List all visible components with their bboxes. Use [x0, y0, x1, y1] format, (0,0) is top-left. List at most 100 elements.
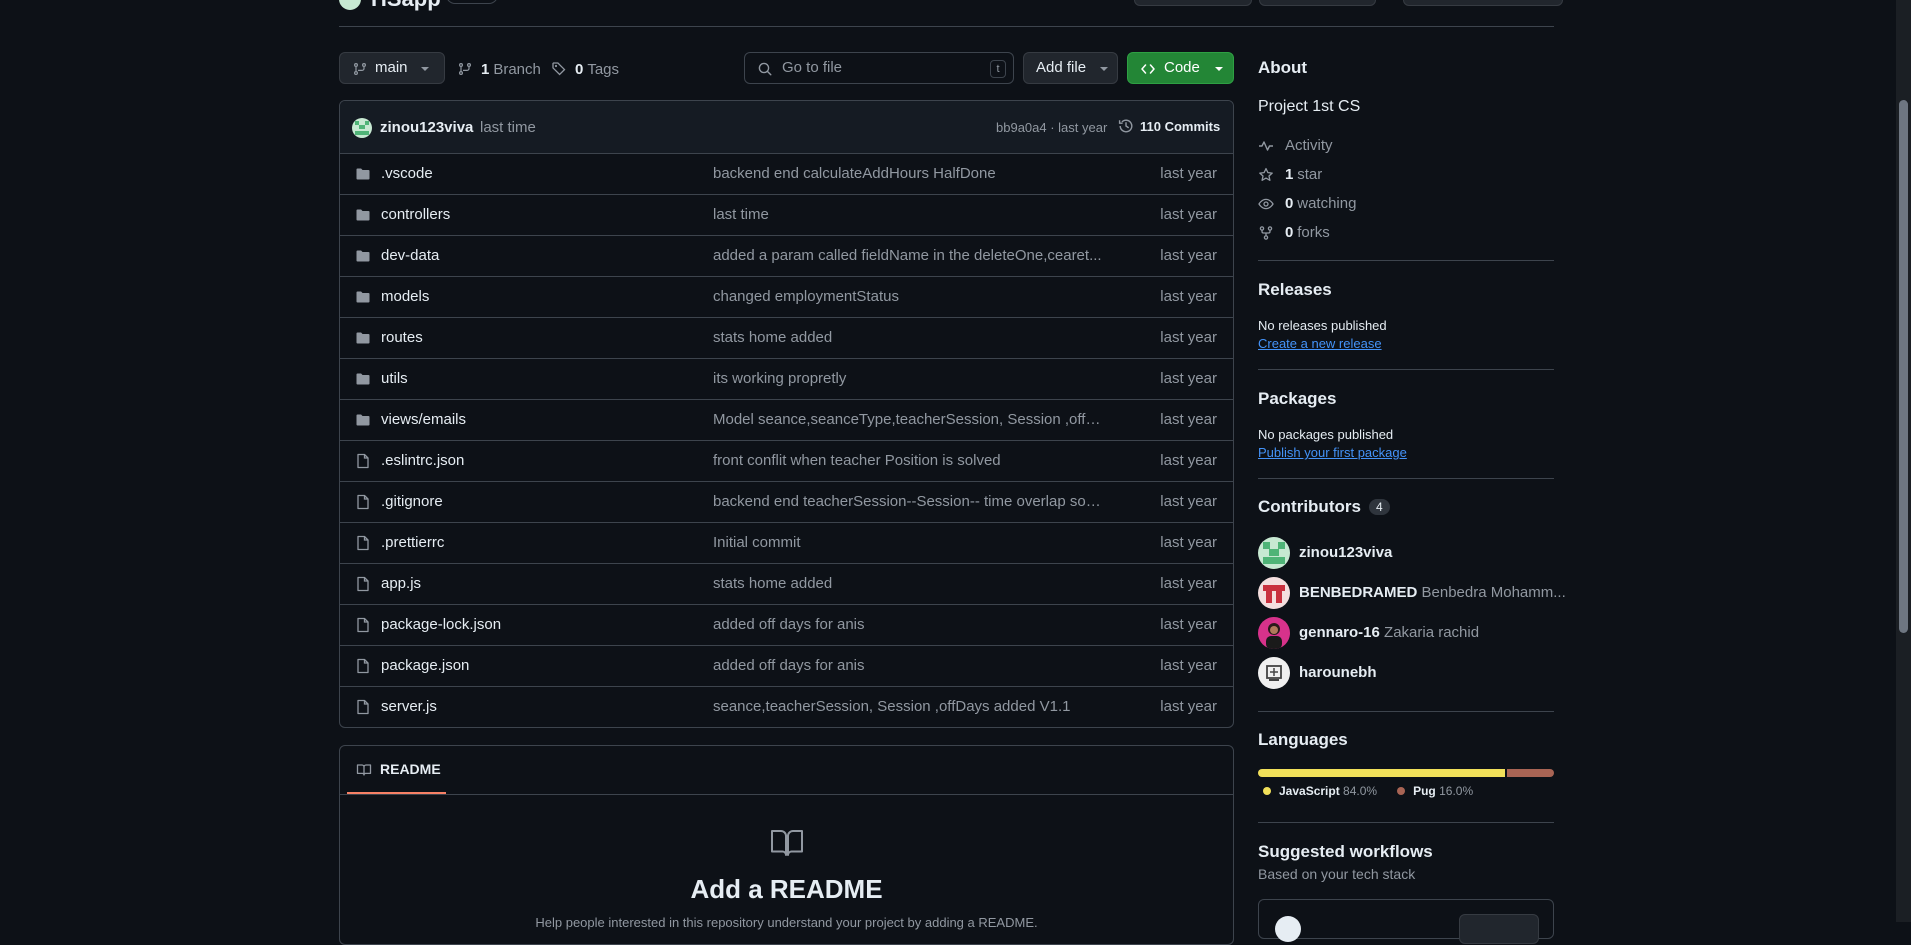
- file-name[interactable]: app.js: [381, 575, 421, 592]
- file-row[interactable]: utils its working propretly last year: [339, 358, 1234, 399]
- file-commit-message[interactable]: added off days for anis: [713, 616, 1103, 633]
- file-commit-message[interactable]: backend end teacherSession--Session-- ti…: [713, 493, 1103, 510]
- file-commit-time: last year: [1160, 575, 1217, 592]
- contributor-name: Zakaria rachid: [1384, 624, 1480, 641]
- file-commit-message[interactable]: added off days for anis: [713, 657, 1103, 674]
- file-name[interactable]: models: [381, 288, 429, 305]
- file-name[interactable]: dev-data: [381, 247, 439, 264]
- file-row[interactable]: models changed employmentStatus last year: [339, 276, 1234, 317]
- create-release-link[interactable]: Create a new release: [1258, 336, 1382, 351]
- file-name[interactable]: package.json: [381, 657, 469, 674]
- tag-icon: [552, 62, 566, 76]
- packages-heading[interactable]: Packages: [1258, 389, 1336, 409]
- file-commit-message[interactable]: Model seance,seanceType,teacherSession, …: [713, 411, 1103, 428]
- file-row[interactable]: package-lock.json added off days for anis…: [339, 604, 1234, 645]
- file-row[interactable]: .vscode backend end calculateAddHours Hal…: [339, 153, 1234, 194]
- file-commit-message[interactable]: stats home added: [713, 575, 1103, 592]
- file-name[interactable]: routes: [381, 329, 423, 346]
- contributor-item[interactable]: zinou123viva: [1258, 537, 1554, 569]
- file-row[interactable]: .gitignore backend end teacherSession--Se…: [339, 481, 1234, 522]
- file-commit-message[interactable]: last time: [713, 206, 1103, 223]
- tags-link[interactable]: 0 Tags: [551, 59, 619, 79]
- file-row[interactable]: views/emails Model seance,seanceType,teac…: [339, 399, 1234, 440]
- contributor-item[interactable]: BENBEDRAMED Benbedra Mohamm...: [1258, 577, 1566, 609]
- forks-link[interactable]: 0 forks: [1258, 224, 1330, 241]
- branch-selector[interactable]: main: [339, 52, 445, 84]
- file-name[interactable]: controllers: [381, 206, 450, 223]
- folder-icon: [355, 166, 371, 182]
- file-commit-message[interactable]: seance,teacherSession, Session ,offDays …: [713, 698, 1103, 715]
- branch-icon: [352, 61, 368, 77]
- watching-link[interactable]: 0 watching: [1258, 195, 1356, 212]
- file-icon: [355, 617, 371, 633]
- language-item-javascript[interactable]: JavaScript 84.0%: [1263, 784, 1377, 798]
- commits-link[interactable]: 110 Commits: [1118, 118, 1220, 134]
- file-commit-message[interactable]: stats home added: [713, 329, 1103, 346]
- contributors-divider: [1258, 711, 1554, 712]
- file-commit-message[interactable]: Initial commit: [713, 534, 1103, 551]
- file-row[interactable]: .eslintrc.json front conflit when teacher…: [339, 440, 1234, 481]
- file-commit-message[interactable]: added a param called fieldName in the de…: [713, 247, 1103, 264]
- file-name[interactable]: server.js: [381, 698, 437, 715]
- scrollbar-thumb[interactable]: [1899, 100, 1908, 633]
- file-name[interactable]: .vscode: [381, 165, 433, 182]
- file-row[interactable]: package.json added off days for anis last …: [339, 645, 1234, 686]
- contributors-header[interactable]: Contributors 4: [1258, 497, 1390, 517]
- contributor-login[interactable]: zinou123viva: [1299, 544, 1392, 561]
- avatar[interactable]: [1258, 617, 1290, 649]
- contributor-item[interactable]: harounebh: [1258, 657, 1554, 689]
- contributor-login[interactable]: BENBEDRAMED: [1299, 584, 1417, 601]
- avatar[interactable]: [1258, 657, 1290, 689]
- watch-button[interactable]: [1259, 0, 1376, 6]
- branch-icon: [459, 63, 471, 75]
- code-button[interactable]: Code: [1127, 52, 1234, 84]
- file-name[interactable]: package-lock.json: [381, 616, 501, 633]
- file-row[interactable]: controllers last time last year: [339, 194, 1234, 235]
- readme-tab[interactable]: README: [347, 746, 446, 794]
- file-row[interactable]: app.js stats home added last year: [339, 563, 1234, 604]
- go-to-file-search[interactable]: Go to file t: [744, 52, 1014, 84]
- commit-author[interactable]: zinou123viva: [380, 119, 473, 136]
- configure-button[interactable]: [1459, 914, 1539, 944]
- file-row[interactable]: .prettierrc Initial commit last year: [339, 522, 1234, 563]
- readme-subtitle: Help people interested in this repositor…: [535, 915, 1038, 930]
- avatar[interactable]: [1258, 537, 1290, 569]
- fork-button[interactable]: [1403, 0, 1563, 6]
- contributor-login[interactable]: gennaro-16: [1299, 624, 1380, 641]
- stars-link[interactable]: 1 star: [1258, 166, 1322, 183]
- pin-button[interactable]: [1134, 0, 1252, 6]
- releases-heading[interactable]: Releases: [1258, 280, 1332, 300]
- contributor-item[interactable]: gennaro-16 Zakaria rachid: [1258, 617, 1554, 649]
- readme-title: Add a README: [690, 874, 883, 904]
- publish-package-link[interactable]: Publish your first package: [1258, 445, 1407, 460]
- scrollbar-track[interactable]: [1896, 0, 1911, 922]
- commit-hash-time[interactable]: bb9a0a4 · last year: [996, 120, 1107, 135]
- file-commit-message[interactable]: backend end calculateAddHours HalfDone: [713, 165, 1103, 182]
- repo-name[interactable]: HSapp: [371, 0, 441, 12]
- file-name[interactable]: utils: [381, 370, 408, 387]
- file-name[interactable]: .prettierrc: [381, 534, 444, 551]
- file-name[interactable]: .eslintrc.json: [381, 452, 464, 469]
- commit-message[interactable]: last time: [480, 119, 536, 136]
- avatar[interactable]: [1258, 577, 1290, 609]
- activity-link[interactable]: Activity: [1258, 137, 1333, 154]
- language-item-pug[interactable]: Pug 16.0%: [1397, 784, 1473, 798]
- chevron-down-icon: [1099, 65, 1109, 73]
- file-name[interactable]: .gitignore: [381, 493, 443, 510]
- language-name: Pug: [1413, 784, 1436, 798]
- branches-link[interactable]: 1 Branch: [457, 59, 541, 79]
- author-avatar[interactable]: [352, 118, 372, 138]
- file-name[interactable]: views/emails: [381, 411, 466, 428]
- contributor-login[interactable]: harounebh: [1299, 664, 1377, 681]
- file-commit-message[interactable]: its working propretly: [713, 370, 1103, 387]
- file-commit-message[interactable]: changed employmentStatus: [713, 288, 1103, 305]
- file-row[interactable]: dev-data added a param called fieldName i…: [339, 235, 1234, 276]
- file-row[interactable]: routes stats home added last year: [339, 317, 1234, 358]
- file-commit-message[interactable]: front conflit when teacher Position is s…: [713, 452, 1103, 469]
- add-file-button[interactable]: Add file: [1023, 52, 1118, 84]
- code-label: Code: [1164, 59, 1200, 76]
- shortcut-key: t: [990, 60, 1006, 78]
- file-commit-time: last year: [1160, 616, 1217, 633]
- file-row[interactable]: server.js seance,teacherSession, Session …: [339, 686, 1234, 727]
- commit-bar: zinou123viva last time bb9a0a4 · last ye…: [340, 101, 1233, 154]
